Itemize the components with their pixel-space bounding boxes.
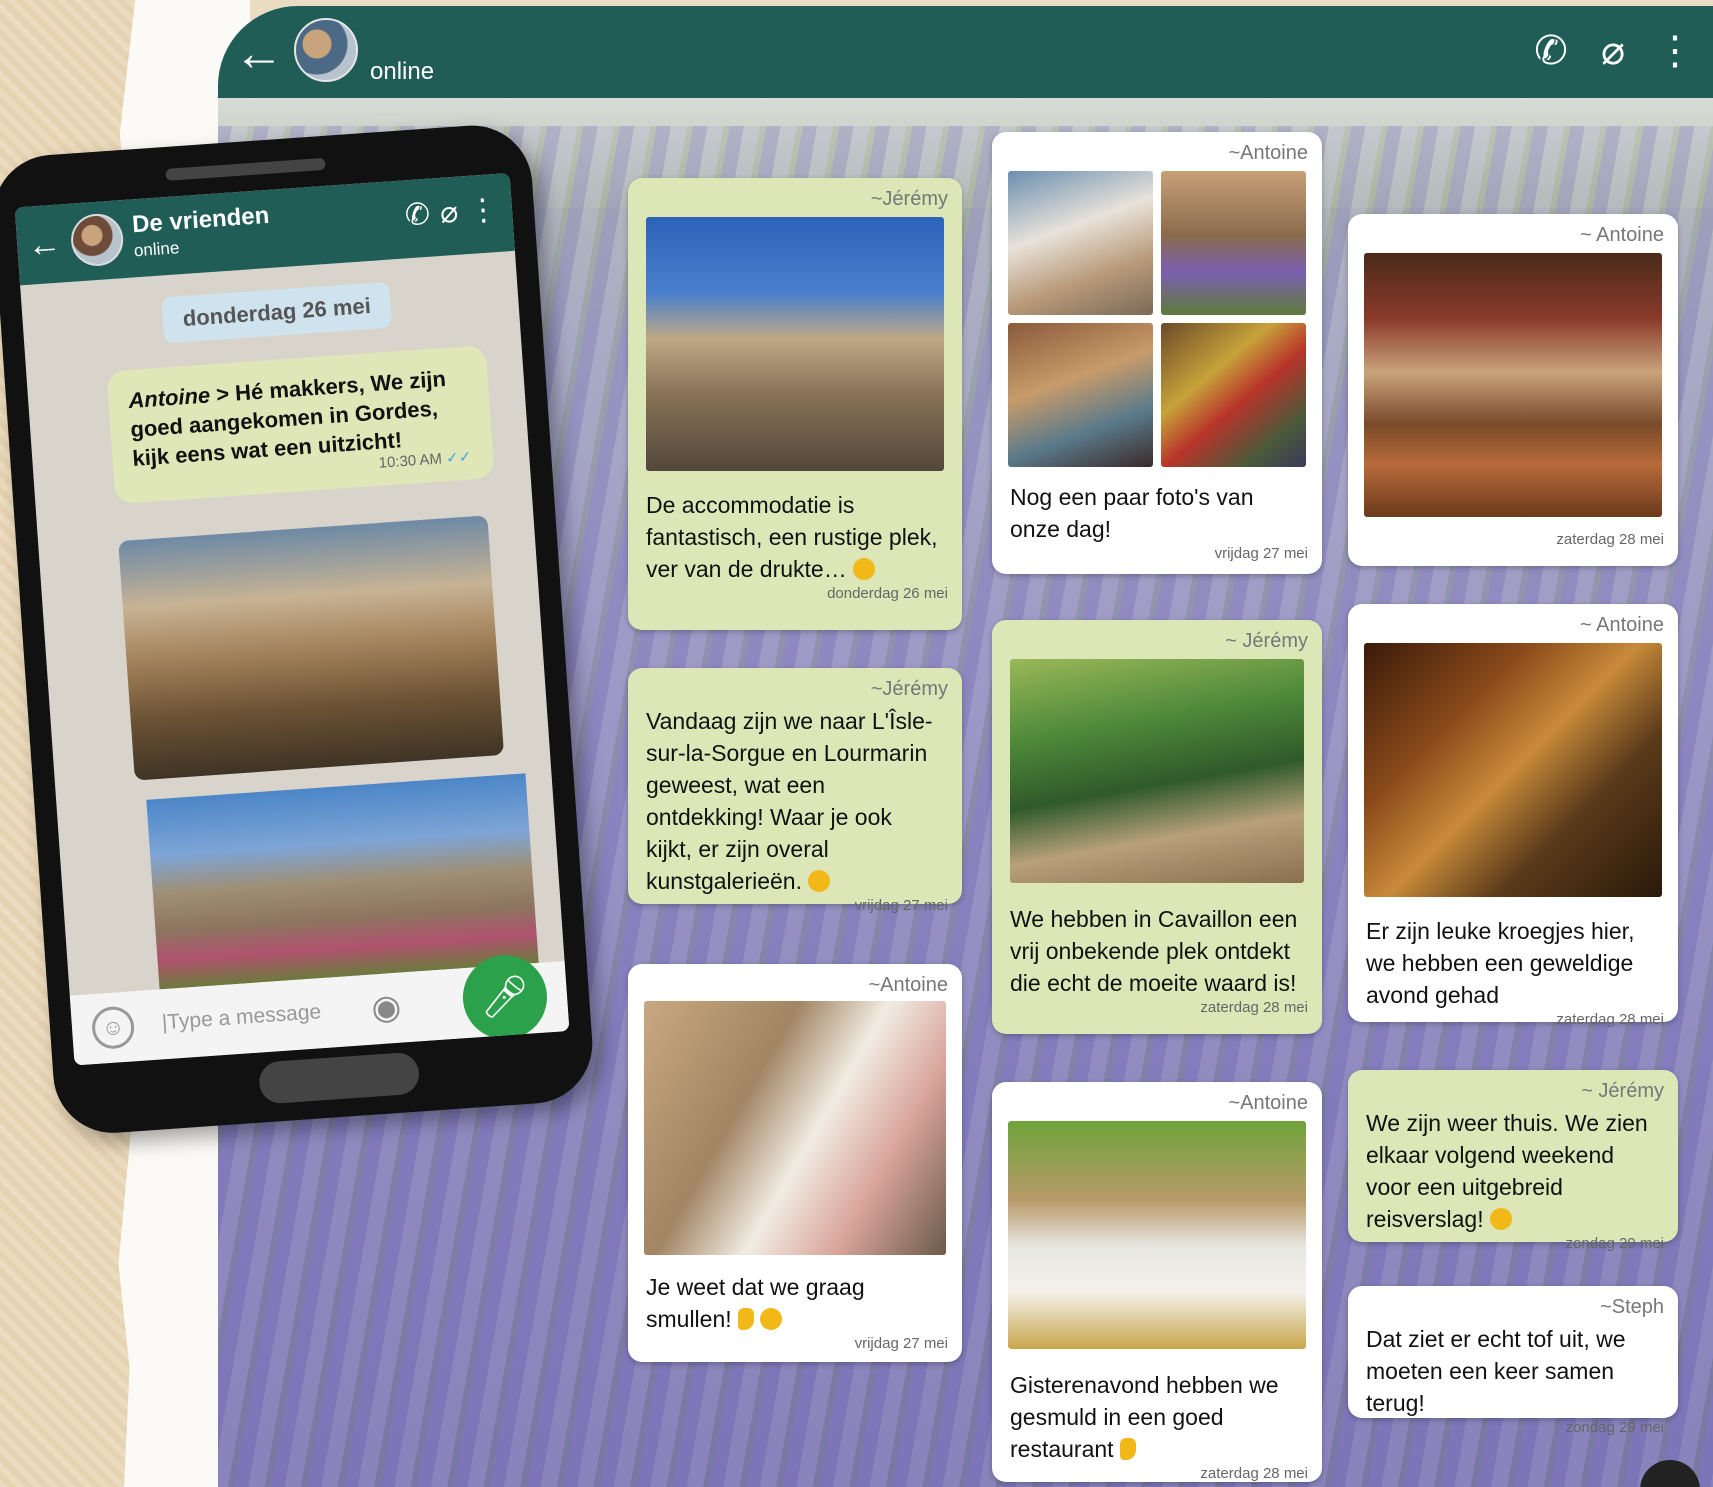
chat-header: ← online ✆ ⌀ ⋮ [218, 6, 1713, 98]
message-date: zondag 29 mei [1565, 1235, 1664, 1252]
message-bubble: ~Steph Dat ziet er echt tof uit, we moet… [1348, 1286, 1678, 1436]
back-arrow-icon[interactable]: ← [26, 224, 63, 265]
message-author: ~Steph [1600, 1296, 1664, 1318]
message-date: vrijdag 27 mei [1214, 545, 1308, 562]
group-avatar[interactable] [294, 18, 358, 82]
phone-icon[interactable]: ✆ [404, 197, 432, 234]
more-icon[interactable]: ⋮ [467, 192, 499, 229]
message-date: zaterdag 28 mei [1556, 531, 1664, 548]
message-author: Antoine [127, 382, 211, 414]
message-photo[interactable] [1161, 323, 1306, 467]
message-bubble: ~ Jérémy We hebben in Cavaillon een vrij… [992, 620, 1322, 1034]
message-bubble: ~ Jérémy We zijn weer thuis. We zien elk… [1348, 1070, 1678, 1252]
camera-icon[interactable]: ◉ [370, 987, 402, 1029]
message-photo[interactable] [1010, 659, 1304, 883]
message-date: zondag 29 mei [1565, 1419, 1664, 1436]
message-date: zaterdag 28 mei [1200, 999, 1308, 1016]
message-date: zaterdag 28 mei [1556, 1011, 1664, 1028]
back-arrow-icon[interactable]: ← [234, 28, 284, 78]
message-bubble: ~ Antoine zaterdag 28 mei [1348, 214, 1678, 566]
message-date: vrijdag 27 mei [854, 1335, 948, 1352]
heart-eyes-emoji-icon [1490, 1208, 1512, 1230]
message-author: ~Antoine [1228, 1092, 1308, 1114]
gordes-photo[interactable] [118, 515, 505, 781]
message-bubble: ~ Antoine Er zijn leuke kroegjes hier, w… [1348, 604, 1678, 1028]
message-author: ~ Jérémy [1225, 630, 1308, 652]
sunglasses-emoji-icon [760, 1308, 783, 1330]
date-chip: donderdag 26 mei [161, 281, 393, 344]
phone-mockup: ← De vrienden online ✆ ⌀ ⋮ donderdag 26 … [0, 121, 597, 1137]
message-bubble: ~Jérémy De accommodatie is fantastisch, … [628, 178, 962, 630]
message-author: ~ Jérémy [1581, 1080, 1664, 1102]
paperclip-icon[interactable]: ⌀ [439, 195, 459, 231]
message-photo[interactable] [1008, 1121, 1306, 1349]
message-date: zaterdag 28 mei [1200, 1465, 1308, 1482]
emoji-icon[interactable]: ☺ [90, 1005, 136, 1051]
phone-screen: ← De vrienden online ✆ ⌀ ⋮ donderdag 26 … [14, 172, 570, 1066]
message-photo[interactable] [1364, 643, 1662, 897]
chat-status: online [370, 58, 435, 85]
message-author: ~Jérémy [870, 678, 948, 700]
message-author: ~ Antoine [1580, 614, 1664, 636]
message-text: We hebben in Cavaillon een vrij onbekend… [1010, 906, 1298, 996]
message-bubble: ~Antoine Nog een paar foto's van onze da… [992, 132, 1322, 574]
message-date: vrijdag 27 mei [854, 897, 948, 914]
message-bubble: Antoine > Hé makkers, We zijn goed aange… [106, 345, 495, 505]
message-photo[interactable] [644, 1001, 946, 1255]
message-input[interactable]: |Type a message [161, 1000, 322, 1035]
phone-icon[interactable]: ✆ [1531, 28, 1571, 74]
message-photo[interactable] [1008, 323, 1153, 467]
more-icon[interactable]: ⋮ [1655, 28, 1695, 74]
message-photo[interactable] [1008, 171, 1153, 315]
message-photo[interactable] [646, 217, 944, 471]
message-text: Nog een paar foto's van onze dag! [1010, 484, 1254, 542]
avatar[interactable] [69, 212, 125, 268]
message-bubble: ~Antoine Je weet dat we graag smullen! v… [628, 964, 962, 1362]
sleepy-emoji-icon [853, 558, 876, 580]
message-bubble: ~Antoine Gisterenavond hebben we gesmuld… [992, 1082, 1322, 1482]
message-text: Dat ziet er echt tof uit, we moeten een … [1366, 1326, 1626, 1416]
message-text: Er zijn leuke kroegjes hier, we hebben e… [1366, 918, 1635, 1008]
message-bubble: ~Jérémy Vandaag zijn we naar L'Îsle-sur-… [628, 668, 962, 914]
chat-status: online [133, 238, 180, 261]
message-text: Gisterenavond hebben we gesmuld in een g… [1010, 1372, 1279, 1462]
message-text: Vandaag zijn we naar L'Îsle-sur-la-Sorgu… [646, 708, 933, 894]
message-timestamp: 10:30 AM [378, 450, 443, 472]
read-ticks-icon: ✓✓ [445, 448, 472, 468]
village-photo[interactable] [146, 773, 539, 990]
message-author: ~Antoine [868, 974, 948, 996]
message-author: ~ Antoine [1580, 224, 1664, 246]
message-photo[interactable] [1364, 253, 1662, 517]
message-text: Je weet dat we graag smullen! [646, 1274, 865, 1332]
message-date: donderdag 26 mei [827, 585, 948, 602]
message-author: ~Antoine [1228, 142, 1308, 164]
heart-eyes-emoji-icon [808, 870, 831, 892]
message-time: 10:30 AM ✓✓ [378, 442, 473, 477]
chat-name: De vrienden [131, 201, 271, 239]
message-author: ~Jérémy [870, 188, 948, 210]
message-text: De accommodatie is fantastisch, een rust… [646, 492, 938, 582]
paperclip-icon[interactable]: ⌀ [1593, 28, 1633, 74]
thumbs-up-emoji-icon [738, 1308, 755, 1330]
message-photo[interactable] [1161, 171, 1306, 315]
message-separator: > [215, 380, 237, 407]
thumbs-up-emoji-icon [1119, 1438, 1136, 1460]
